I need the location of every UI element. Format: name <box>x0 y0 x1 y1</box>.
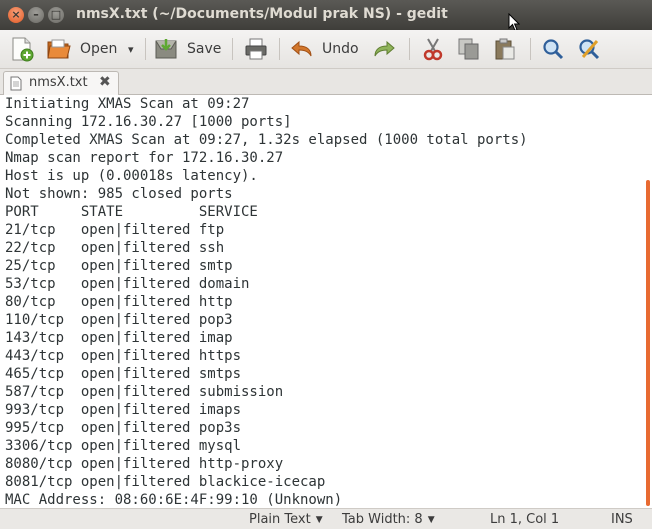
gedit-window: × – □ nmsX.txt (~/Documents/Modul prak N… <box>0 0 652 529</box>
insert-mode-indicator: INS <box>611 512 633 527</box>
text-line: 21/tcp open|filtered ftp <box>5 222 225 238</box>
text-line: 80/tcp open|filtered http <box>5 294 233 310</box>
toolbar-separator <box>530 38 531 60</box>
maximize-window-button[interactable]: □ <box>48 7 64 23</box>
document-tab-bar: nmsX.txt ✖ <box>0 69 652 95</box>
text-line: 22/tcp open|filtered ssh <box>5 240 225 256</box>
redo-button[interactable] <box>372 35 396 63</box>
save-button[interactable]: Save <box>153 35 221 63</box>
text-line: Scanning 172.16.30.27 [1000 ports] <box>5 114 292 130</box>
language-selector[interactable]: Plain Text ▼ <box>249 512 323 527</box>
copy-icon <box>458 38 479 60</box>
open-recent-dropdown[interactable]: ▾ <box>128 35 134 63</box>
chevron-down-icon: ▾ <box>128 42 134 56</box>
vertical-scrollbar[interactable] <box>646 180 650 506</box>
cut-icon <box>423 38 443 61</box>
text-line: PORT STATE SERVICE <box>5 204 258 220</box>
text-line: 3306/tcp open|filtered mysql <box>5 438 242 454</box>
open-label: Open <box>80 41 118 57</box>
status-bar: Plain Text ▼ Tab Width: 8 ▼ Ln 1, Col 1 IN… <box>0 508 652 529</box>
text-line: 465/tcp open|filtered smtps <box>5 366 242 382</box>
find-button[interactable] <box>541 35 565 63</box>
toolbar-separator <box>409 38 410 60</box>
text-line: Nmap scan report for 172.16.30.27 <box>5 150 284 166</box>
close-tab-icon[interactable]: ✖ <box>99 74 111 90</box>
title-bar[interactable]: × – □ nmsX.txt (~/Documents/Modul prak N… <box>0 0 652 32</box>
text-line: 53/tcp open|filtered domain <box>5 276 250 292</box>
text-editor-area[interactable]: Initiating XMAS Scan at 09:27 Scanning 17… <box>0 95 652 508</box>
paste-button[interactable] <box>493 35 517 63</box>
new-document-icon <box>12 37 34 62</box>
text-line: Completed XMAS Scan at 09:27, 1.32s elap… <box>5 132 528 148</box>
text-line: 143/tcp open|filtered imap <box>5 330 233 346</box>
redo-icon <box>374 40 395 57</box>
new-button[interactable] <box>10 35 34 63</box>
text-line: 993/tcp open|filtered imaps <box>5 402 242 418</box>
text-line: 443/tcp open|filtered https <box>5 348 242 364</box>
tab-label: nmsX.txt <box>29 75 88 90</box>
print-button[interactable] <box>243 35 269 63</box>
toolbar: Open ▾ Save Undo <box>0 30 652 69</box>
chevron-down-icon: ▼ <box>315 515 323 525</box>
toolbar-separator <box>279 38 280 60</box>
language-label: Plain Text <box>249 512 311 527</box>
undo-button[interactable]: Undo <box>290 35 359 63</box>
cursor-position: Ln 1, Col 1 <box>490 512 560 527</box>
text-line: 110/tcp open|filtered pop3 <box>5 312 233 328</box>
text-line: 25/tcp open|filtered smtp <box>5 258 233 274</box>
cut-button[interactable] <box>421 35 445 63</box>
window-title: nmsX.txt (~/Documents/Modul prak NS) - g… <box>76 6 448 22</box>
tab-width-selector[interactable]: Tab Width: 8 ▼ <box>342 512 435 527</box>
chevron-down-icon: ▼ <box>427 515 435 525</box>
text-line: MAC Address: 08:60:6E:4F:99:10 (Unknown) <box>5 492 343 508</box>
find-replace-button[interactable] <box>577 35 601 63</box>
save-icon <box>155 39 177 59</box>
open-folder-icon <box>47 39 71 59</box>
tab-nmsx-txt[interactable]: nmsX.txt ✖ <box>3 71 119 95</box>
search-icon <box>543 39 564 60</box>
text-line: Not shown: 985 closed ports <box>5 186 233 202</box>
undo-label: Undo <box>322 41 359 57</box>
paste-icon <box>495 38 515 60</box>
undo-icon <box>291 40 312 57</box>
print-icon <box>245 38 267 60</box>
text-line: 8080/tcp open|filtered http-proxy <box>5 456 284 472</box>
copy-button[interactable] <box>457 35 481 63</box>
text-line: 995/tcp open|filtered pop3s <box>5 420 242 436</box>
save-label: Save <box>187 41 222 57</box>
close-window-button[interactable]: × <box>8 7 24 23</box>
toolbar-separator <box>232 38 233 60</box>
open-button[interactable]: Open <box>46 35 117 63</box>
text-line: Initiating XMAS Scan at 09:27 <box>5 96 250 112</box>
text-line: 8081/tcp open|filtered blackice-icecap <box>5 474 326 490</box>
tab-width-label: Tab Width: 8 <box>342 512 423 527</box>
toolbar-separator <box>145 38 146 60</box>
text-line: 587/tcp open|filtered submission <box>5 384 284 400</box>
minimize-window-button[interactable]: – <box>28 7 44 23</box>
text-document-icon <box>10 76 22 91</box>
text-line: Host is up (0.00018s latency). <box>5 168 258 184</box>
find-replace-icon <box>579 39 600 60</box>
